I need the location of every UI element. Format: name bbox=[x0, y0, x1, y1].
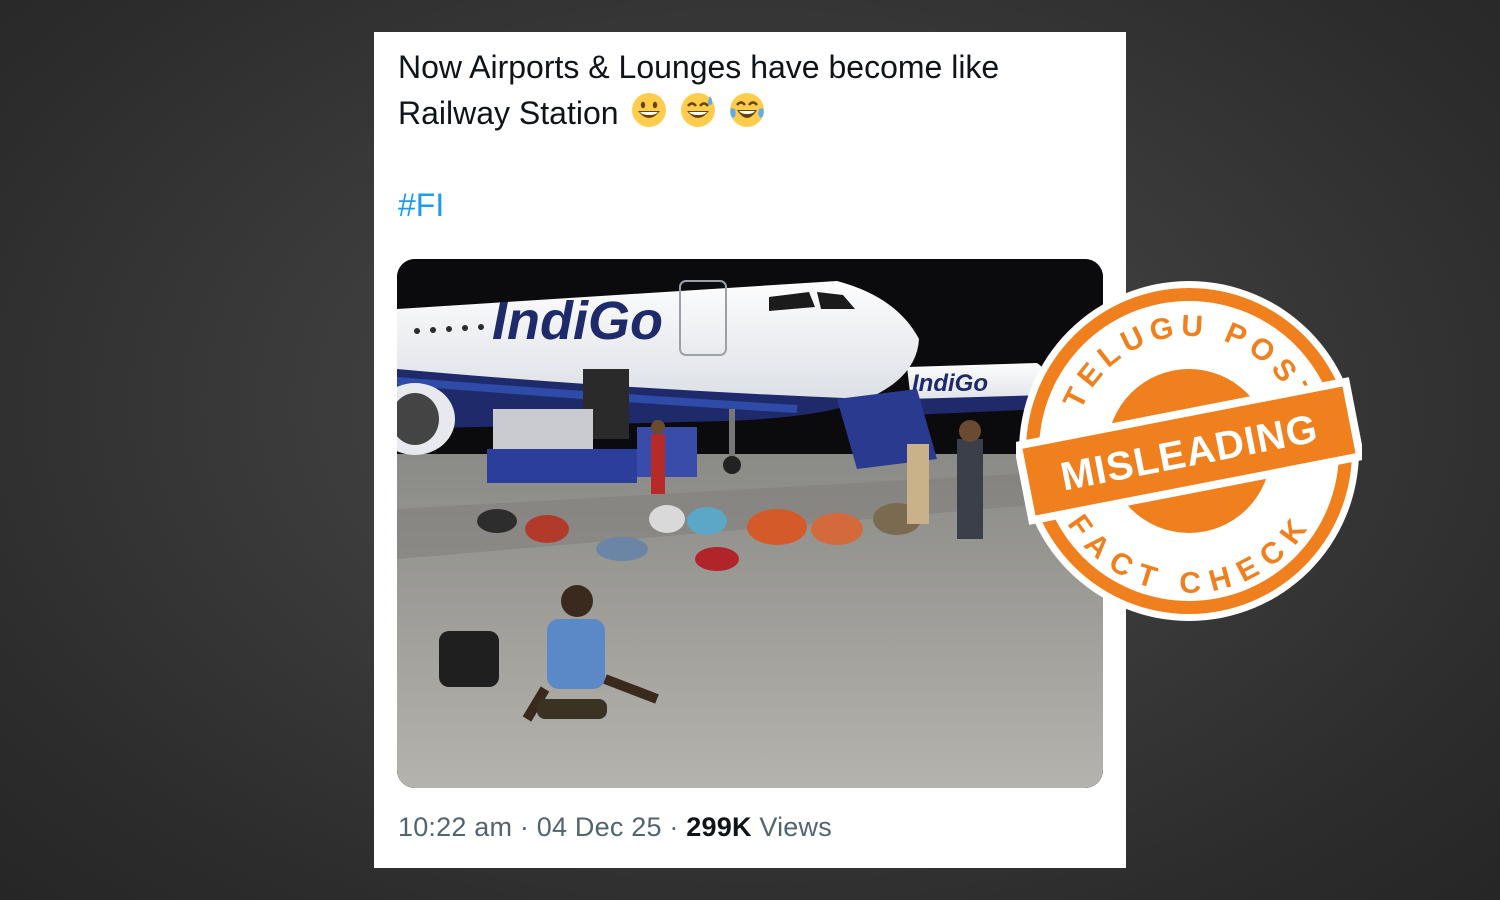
airport-apron-photo: IndiGo IndiGo bbox=[397, 259, 1103, 788]
tweet-meta: 10:22 am · 04 Dec 25 · 299K Views bbox=[398, 812, 832, 843]
meta-separator: · bbox=[519, 812, 530, 842]
grinning-face-with-sweat-icon bbox=[680, 92, 716, 140]
grinning-face-icon bbox=[631, 92, 667, 140]
tweet-text: Now Airports & Lounges have become like … bbox=[398, 44, 1098, 140]
aircraft-livery: IndiGo bbox=[492, 291, 663, 351]
tweet-photo[interactable]: IndiGo IndiGo bbox=[397, 259, 1103, 788]
aircraft-2-livery: IndiGo bbox=[912, 370, 988, 397]
tweet-card[interactable]: Now Airports & Lounges have become like … bbox=[374, 32, 1126, 868]
tweet-time[interactable]: 10:22 am bbox=[398, 812, 512, 842]
views-label: Views bbox=[759, 812, 832, 842]
tweet-date[interactable]: 04 Dec 25 bbox=[537, 812, 662, 842]
views-count: 299K bbox=[686, 812, 752, 842]
tweet-text-line-1: Now Airports & Lounges have become like bbox=[398, 49, 1000, 85]
tweet-text-line-2-text: Railway Station bbox=[398, 95, 619, 131]
hashtag-link[interactable]: #FI bbox=[398, 182, 444, 228]
tweet-text-line-2: Railway Station bbox=[398, 90, 1098, 140]
meta-separator: · bbox=[669, 812, 679, 842]
fact-check-stamp: TELUGU POST FACT CHECK MISLEADING bbox=[1013, 278, 1365, 624]
face-with-tears-of-joy-icon bbox=[729, 92, 765, 140]
